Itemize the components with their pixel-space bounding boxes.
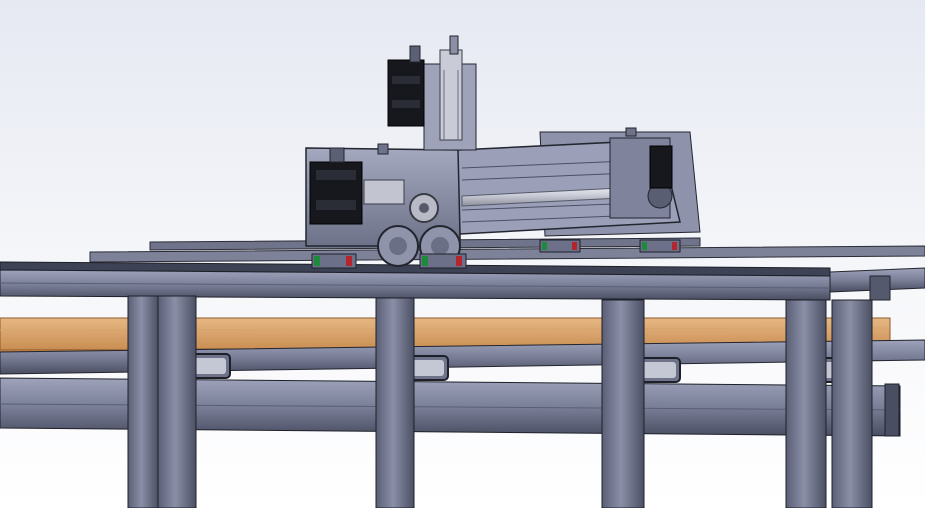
cad-viewport bbox=[0, 0, 925, 508]
front-top-rail bbox=[0, 261, 831, 301]
stepper-motor-icon bbox=[649, 145, 673, 189]
cad-render bbox=[0, 0, 925, 508]
